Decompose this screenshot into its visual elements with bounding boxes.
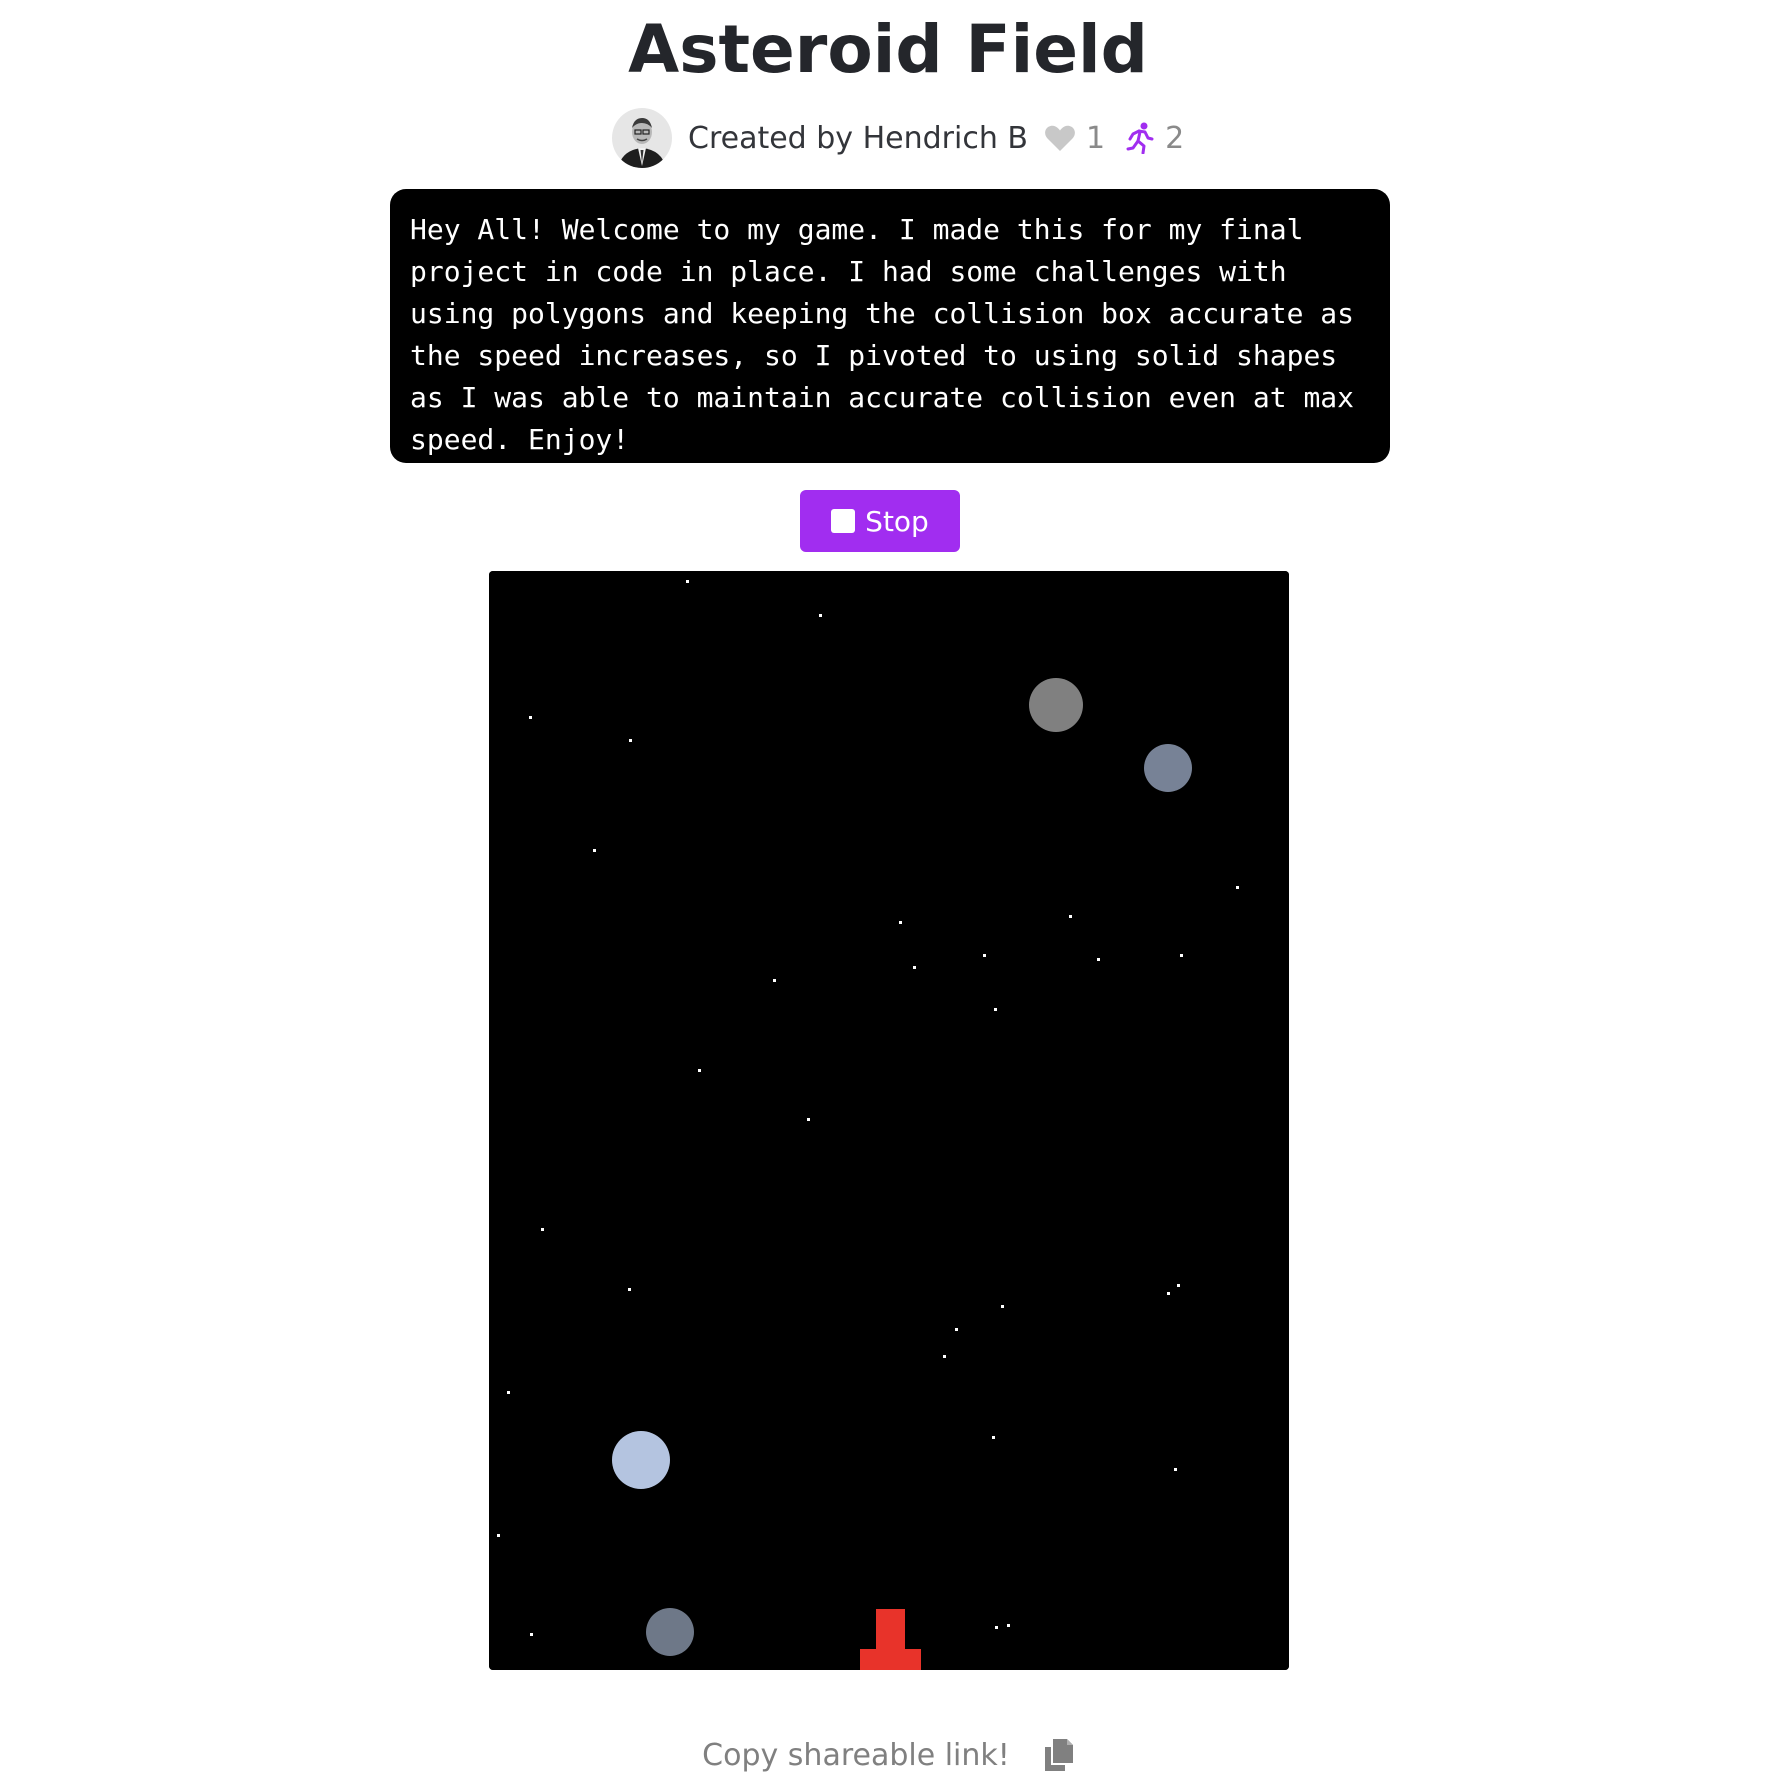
author-byline: Created by Hendrich B 1 2 [612, 108, 1184, 168]
heart-icon [1045, 125, 1075, 151]
like-button[interactable]: 1 [1044, 121, 1105, 156]
author-name[interactable]: Created by Hendrich B [688, 121, 1028, 156]
author-avatar[interactable] [612, 108, 672, 168]
asteroid [1144, 744, 1192, 792]
like-count: 1 [1085, 120, 1106, 156]
asteroid [612, 1431, 670, 1489]
run-count: 2 [1165, 120, 1185, 156]
stop-button[interactable]: Stop [800, 490, 960, 552]
copy-icon[interactable] [1044, 1738, 1074, 1772]
run-count-badge: 2 [1125, 121, 1184, 156]
stop-button-label: Stop [865, 504, 929, 538]
share-link-label[interactable]: Copy shareable link! [702, 1738, 1010, 1773]
page-title: Asteroid Field [628, 11, 1148, 88]
game-canvas[interactable] [489, 571, 1289, 1670]
stop-square-icon [831, 509, 856, 533]
running-person-icon [1126, 122, 1154, 154]
share-link-row[interactable]: Copy shareable link! [0, 1732, 1776, 1778]
project-description: Hey All! Welcome to my game. I made this… [390, 189, 1390, 463]
asteroid [646, 1608, 694, 1656]
asteroid [1029, 678, 1083, 732]
